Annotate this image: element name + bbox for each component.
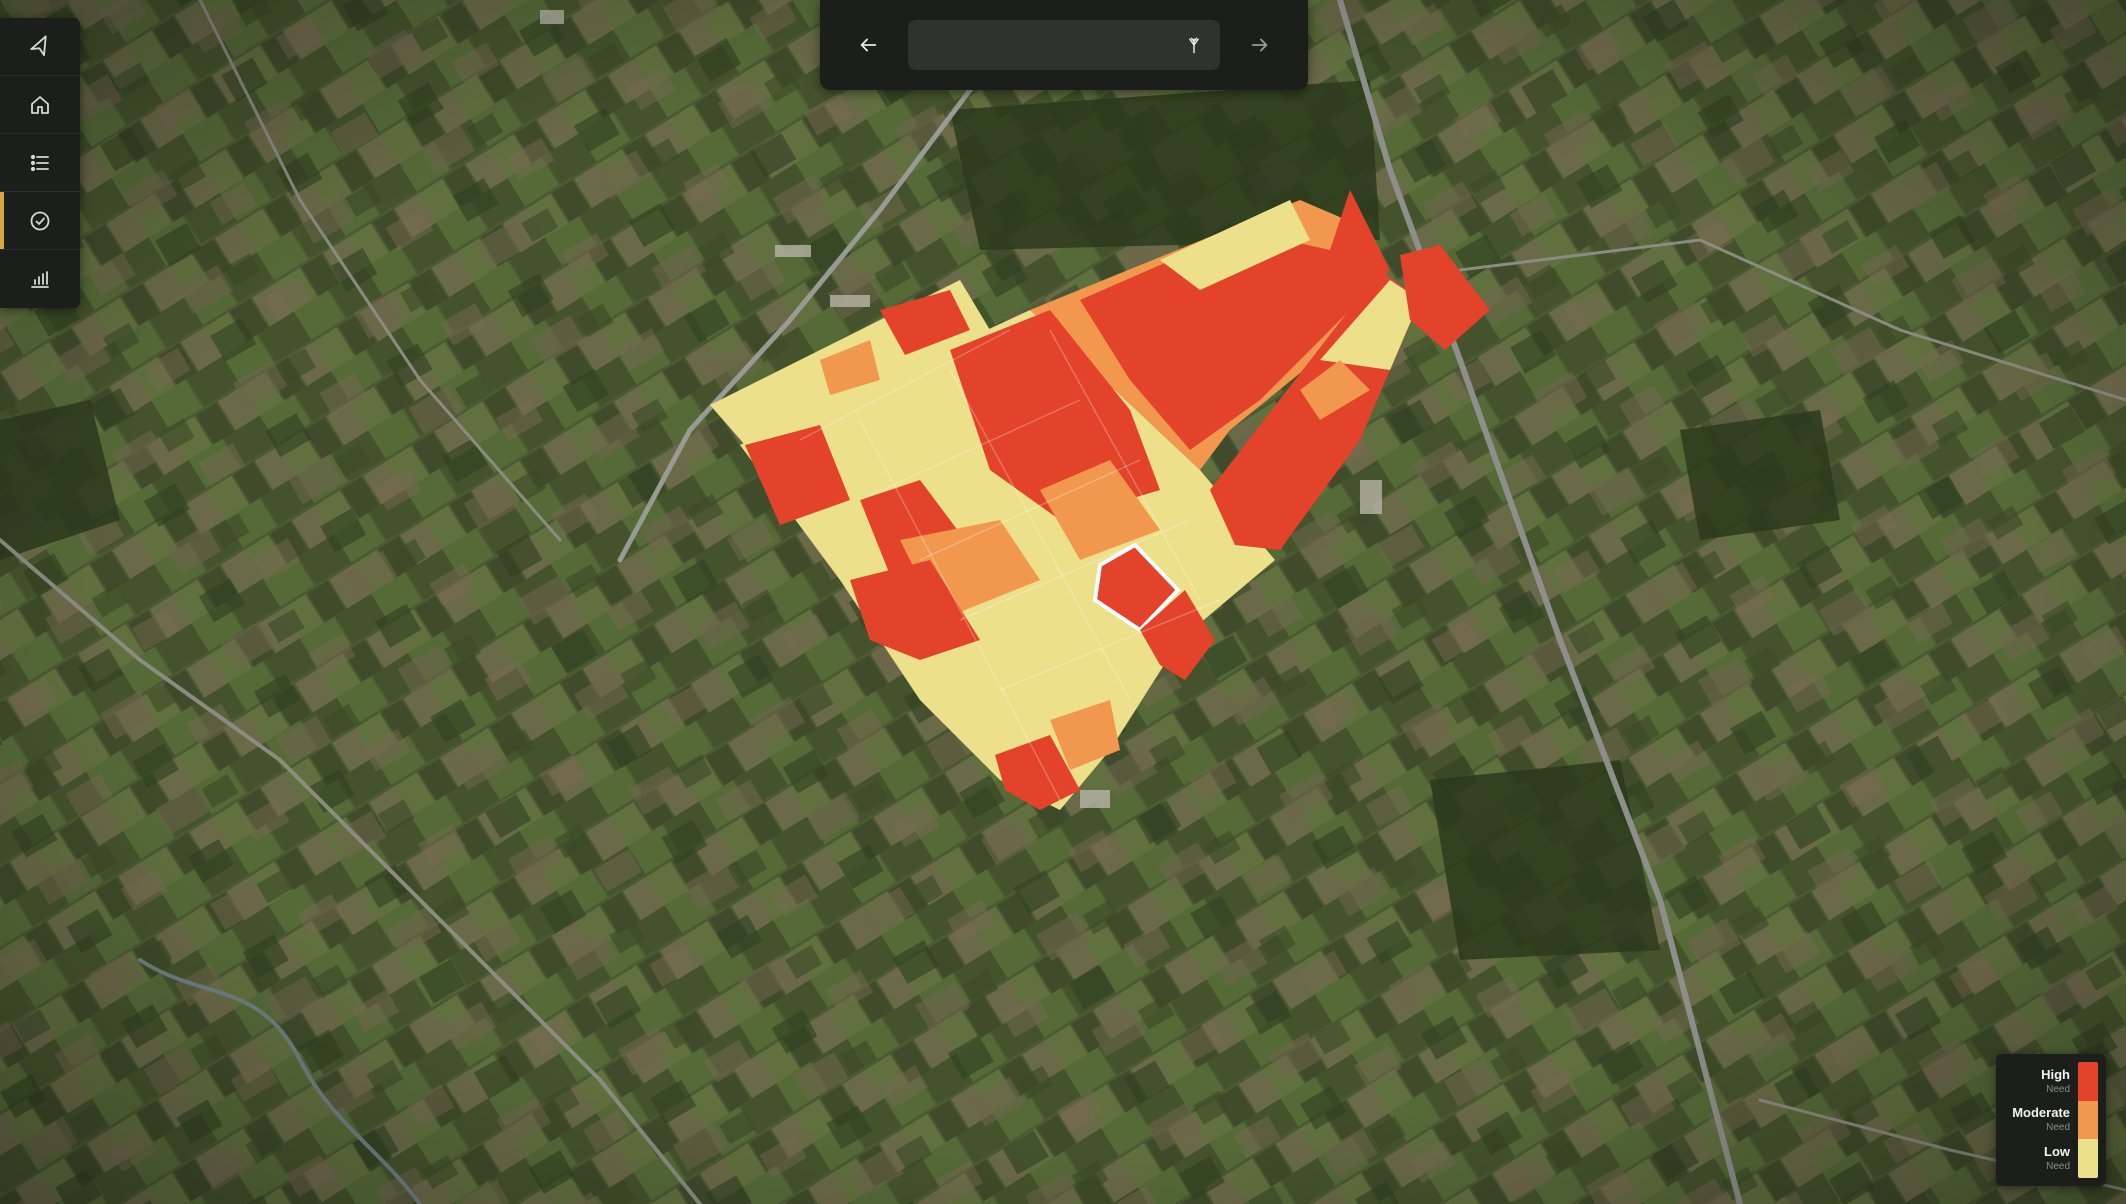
tree-icon: [1189, 37, 1199, 54]
legend-swatch-moderate: [2078, 1100, 2098, 1140]
legend-color-bar: [2078, 1062, 2098, 1178]
legend-sublabel: Need: [2046, 1122, 2070, 1134]
left-toolbar: [0, 18, 80, 308]
analytics-button[interactable]: [0, 250, 80, 308]
date-navigation-bar: [820, 0, 1308, 90]
map-app: High Need Moderate Need Low Need: [0, 0, 2126, 1204]
check-circle-icon: [30, 211, 50, 230]
home-icon: [31, 95, 49, 114]
legend-label: Low: [2044, 1144, 2070, 1160]
list-button[interactable]: [0, 134, 80, 192]
legend-label: Moderate: [2012, 1105, 2070, 1121]
legend-label: High: [2041, 1066, 2070, 1082]
map-vignette: [0, 0, 2126, 1204]
legend-item-low: Low Need: [2002, 1144, 2070, 1173]
navigation-icon: [30, 35, 47, 56]
legend-sublabel: Need: [2046, 1083, 2070, 1095]
previous-date-button[interactable]: [844, 21, 892, 69]
legend-labels: High Need Moderate Need Low Need: [2002, 1062, 2078, 1178]
legend-item-high: High Need: [2002, 1067, 2070, 1096]
legend-swatch-low: [2078, 1139, 2098, 1178]
arrow-left-icon: [860, 38, 877, 52]
next-date-button[interactable]: [1236, 21, 1284, 69]
legend-swatch-high: [2078, 1062, 2098, 1101]
date-selector[interactable]: [908, 20, 1220, 70]
list-icon: [30, 154, 49, 171]
legend-item-moderate: Moderate Need: [2002, 1105, 2070, 1134]
navigate-button[interactable]: [0, 18, 80, 76]
legend-sublabel: Need: [2046, 1161, 2070, 1173]
home-button[interactable]: [0, 76, 80, 134]
check-button[interactable]: [0, 192, 80, 250]
arrow-right-icon: [1251, 38, 1268, 52]
need-legend: High Need Moderate Need Low Need: [1996, 1054, 2106, 1186]
satellite-map[interactable]: [0, 0, 2126, 1204]
bar-chart-icon: [31, 271, 49, 288]
